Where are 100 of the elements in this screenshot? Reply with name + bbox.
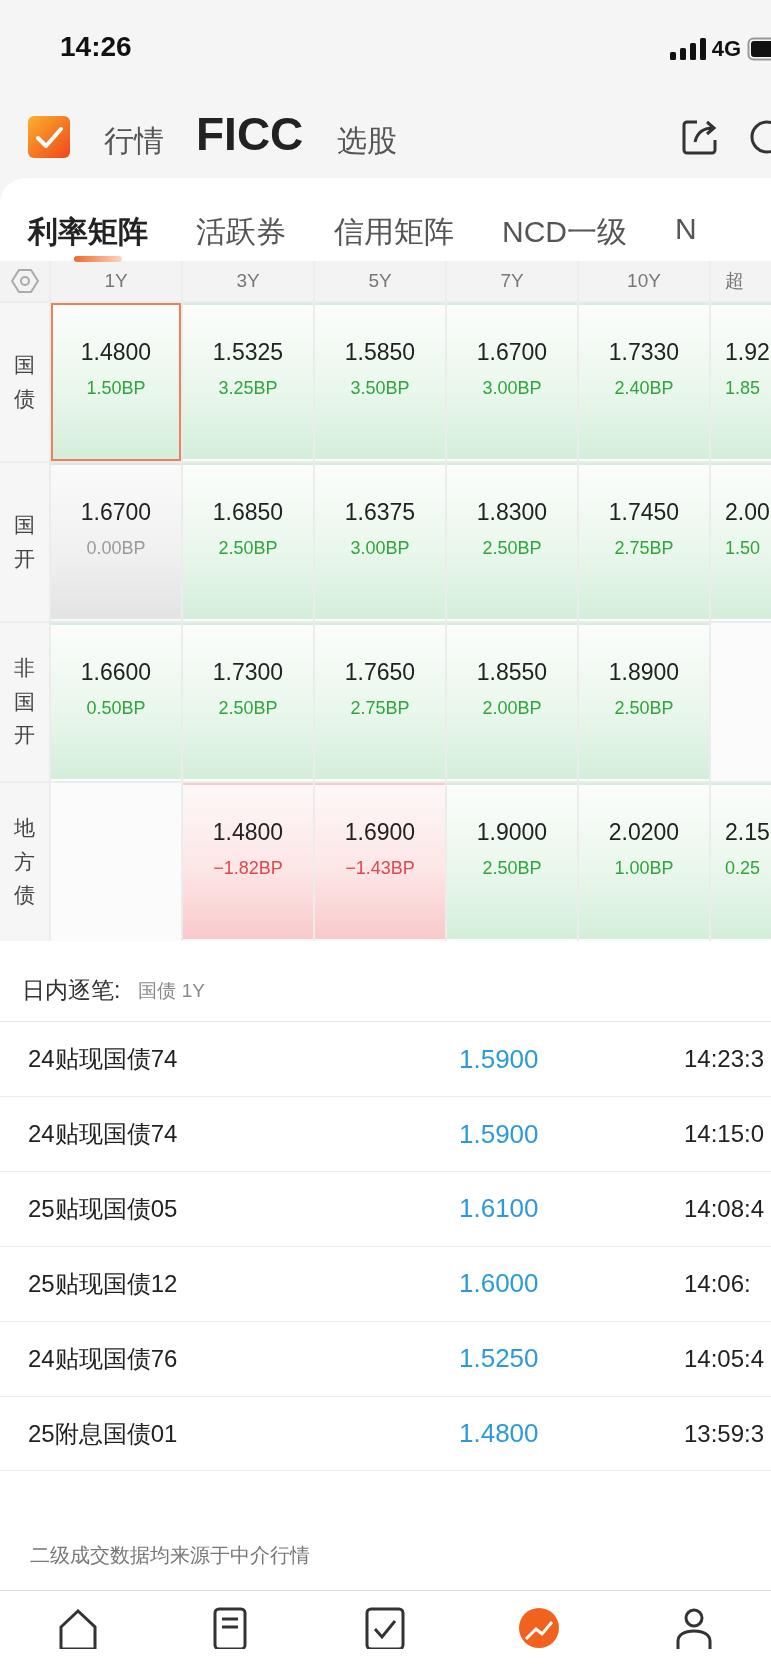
column-header[interactable]: 7Y xyxy=(447,260,577,301)
rate-cell[interactable]: 1.6375 3.00BP xyxy=(315,462,445,621)
bond-name: 25贴现国债12 xyxy=(28,1268,179,1299)
rate-change: 1.85 xyxy=(725,377,761,399)
rate-change: 3.25BP xyxy=(218,377,278,399)
intraday-subject: 国债 1Y xyxy=(138,979,205,1003)
bond-rate: 1.5250 xyxy=(459,1343,539,1375)
row-label: 国开 xyxy=(14,512,35,572)
rate-value: 1.6900 xyxy=(344,818,416,846)
rate-change: 0.50BP xyxy=(86,697,146,719)
rate-cell[interactable]: 1.8900 2.50BP xyxy=(579,622,709,781)
row-label: 非国开 xyxy=(14,655,35,749)
bond-name: 25贴现国债05 xyxy=(28,1194,179,1224)
trade-time: 14:23:3 xyxy=(684,1045,766,1074)
rate-cell[interactable]: 2.00 1.50 xyxy=(711,462,771,621)
rate-cell[interactable]: 1.7300 2.50BP xyxy=(183,622,313,781)
rate-cell[interactable]: 1.5850 3.50BP xyxy=(315,302,445,461)
bond-name: 25附息国债01 xyxy=(28,1418,179,1449)
rate-value: 1.6700 xyxy=(476,338,548,366)
rate-value: 1.4800 xyxy=(212,818,284,846)
rate-value: 1.5325 xyxy=(212,338,284,366)
tab-indicator xyxy=(74,256,122,262)
rate-value: 1.5850 xyxy=(344,338,416,366)
rate-change: 0.25 xyxy=(725,857,761,879)
rate-cell[interactable]: 1.6600 0.50BP xyxy=(51,622,181,781)
rate-cell[interactable]: 1.6700 0.00BP xyxy=(51,462,181,621)
column-header[interactable]: 3Y xyxy=(183,260,313,301)
bond-name: 24贴现国债74 xyxy=(28,1119,179,1150)
rate-change: −1.43BP xyxy=(345,857,415,879)
rate-cell[interactable]: 1.6850 2.50BP xyxy=(183,462,313,621)
rate-value: 1.7330 xyxy=(608,338,680,366)
rate-cell[interactable]: 1.9000 2.50BP xyxy=(447,782,577,941)
rate-value: 2.00 xyxy=(725,498,770,526)
category-tab[interactable]: 信用矩阵 xyxy=(334,212,454,254)
header-tab[interactable]: FICC xyxy=(196,107,304,161)
trade-time: 13:59:3 xyxy=(684,1419,766,1448)
rate-change: 3.50BP xyxy=(350,377,410,399)
rate-value: 1.7450 xyxy=(608,498,680,526)
battery-icon xyxy=(747,37,771,61)
rate-change: 2.75BP xyxy=(350,697,410,719)
trade-time: 14:15:0 xyxy=(684,1120,766,1149)
rate-value: 2.0200 xyxy=(608,818,680,846)
rate-change: 1.50 xyxy=(725,537,761,559)
bond-name: 24贴现国债74 xyxy=(28,1044,179,1075)
rate-value: 2.15 xyxy=(725,818,770,846)
rate-cell[interactable]: 1.6900 −1.43BP xyxy=(315,782,445,941)
rate-value: 1.6850 xyxy=(212,498,284,526)
trade-time: 14:05:4 xyxy=(684,1344,766,1373)
rate-change: 3.00BP xyxy=(350,537,410,559)
rate-cell[interactable]: 1.7650 2.75BP xyxy=(315,622,445,781)
rate-change: 2.75BP xyxy=(614,537,674,559)
category-tab[interactable]: N xyxy=(675,212,697,254)
rate-cell[interactable]: 1.7330 2.40BP xyxy=(579,302,709,461)
rate-cell[interactable]: 1.6700 3.00BP xyxy=(447,302,577,461)
bond-rate: 1.5900 xyxy=(459,1043,539,1075)
rate-cell[interactable]: 1.4800 −1.82BP xyxy=(183,782,313,941)
row-label: 地方债 xyxy=(14,815,35,909)
column-header[interactable]: 5Y xyxy=(315,260,445,301)
rate-cell[interactable]: 1.92 1.85 xyxy=(711,302,771,461)
rate-value: 1.6600 xyxy=(80,658,152,686)
status-time: 14:26 xyxy=(60,31,132,63)
bond-rate: 1.6000 xyxy=(459,1268,539,1300)
rate-cell[interactable]: 2.15 0.25 xyxy=(711,782,771,941)
rate-cell[interactable]: 2.0200 1.00BP xyxy=(579,782,709,941)
rate-cell[interactable]: 1.8300 2.50BP xyxy=(447,462,577,621)
rate-change: 1.50BP xyxy=(86,377,146,399)
signal-icon xyxy=(669,38,706,60)
trade-time: 14:08:4 xyxy=(684,1195,766,1223)
rate-value: 1.9000 xyxy=(476,818,548,846)
trade-time: 14:06: xyxy=(684,1269,752,1298)
category-tab[interactable]: 利率矩阵 xyxy=(28,212,148,254)
rate-cell[interactable]: 1.7450 2.75BP xyxy=(579,462,709,621)
bond-name: 24贴现国债76 xyxy=(28,1343,179,1374)
bond-rate: 1.5900 xyxy=(459,1118,539,1150)
rate-change: 1.00BP xyxy=(614,857,674,879)
bond-rate: 1.4800 xyxy=(459,1418,539,1449)
rate-cell[interactable]: 1.8550 2.00BP xyxy=(447,622,577,781)
checkbox-icon[interactable] xyxy=(364,1607,405,1650)
header-tab[interactable]: 行情 xyxy=(104,120,164,162)
rate-change: 2.50BP xyxy=(482,857,542,879)
source-note: 二级成交数据均来源于中介行情 xyxy=(30,1542,310,1568)
rate-change: 2.50BP xyxy=(218,697,278,719)
row-label: 国债 xyxy=(14,352,35,412)
rate-change: 2.50BP xyxy=(482,537,542,559)
rate-cell[interactable]: 1.4800 1.50BP xyxy=(51,302,181,461)
rate-value: 1.7300 xyxy=(212,658,284,686)
column-header[interactable]: 1Y xyxy=(51,260,181,301)
category-tab[interactable]: 活跃券 xyxy=(196,212,286,254)
header-tab[interactable]: 选股 xyxy=(337,120,398,162)
category-tab[interactable]: NCD一级 xyxy=(502,212,627,254)
column-header[interactable]: 10Y xyxy=(579,260,709,301)
chart-icon[interactable] xyxy=(517,1607,560,1650)
column-header[interactable]: 超 xyxy=(711,260,771,301)
intraday-title: 日内逐笔: xyxy=(22,976,121,1006)
rate-cell[interactable]: 1.5325 3.25BP xyxy=(183,302,313,461)
share-icon[interactable] xyxy=(681,118,719,156)
rate-change: 2.00BP xyxy=(482,697,542,719)
app-logo-icon xyxy=(28,116,70,158)
rate-value: 1.8900 xyxy=(608,658,680,686)
network-label: 4G xyxy=(711,36,741,62)
